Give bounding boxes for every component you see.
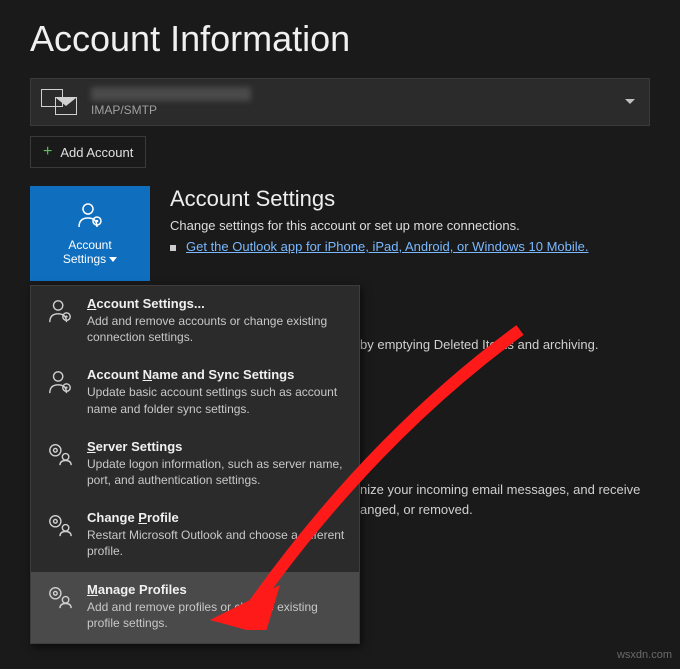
menu-item-desc: Update basic account settings such as ac… — [87, 384, 345, 416]
account-settings-dropdown: Account Settings... Add and remove accou… — [30, 285, 360, 644]
watermark: wsxdn.com — [617, 649, 672, 661]
menu-item-name-sync[interactable]: Account Name and Sync Settings Update ba… — [31, 357, 359, 428]
menu-item-manage-profiles[interactable]: Manage Profiles Add and remove profiles … — [31, 572, 359, 643]
page-title: Account Information — [0, 0, 680, 78]
chevron-down-icon — [625, 99, 635, 104]
section-heading: Account Settings — [170, 186, 660, 212]
add-account-label: Add Account — [60, 145, 133, 160]
person-gear-icon — [75, 201, 105, 232]
background-text-rules: nize your incoming email messages, and r… — [360, 480, 640, 519]
account-selector[interactable]: IMAP/SMTP — [30, 78, 650, 126]
person-gear-icon — [45, 367, 75, 416]
plus-icon: + — [43, 143, 52, 161]
menu-item-account-settings[interactable]: Account Settings... Add and remove accou… — [31, 286, 359, 357]
section-subtitle: Change settings for this account or set … — [170, 218, 660, 233]
tile-line1: Account — [68, 238, 111, 252]
person-gear-icon — [45, 296, 75, 345]
gear-person-icon — [45, 510, 75, 559]
get-outlook-app-link[interactable]: Get the Outlook app for iPhone, iPad, An… — [186, 239, 589, 254]
menu-item-server-settings[interactable]: Server Settings Update logon information… — [31, 429, 359, 500]
menu-item-desc: Update logon information, such as server… — [87, 456, 345, 488]
tile-line2: Settings — [63, 252, 106, 266]
gear-person-icon — [45, 582, 75, 631]
menu-item-desc: Restart Microsoft Outlook and choose a d… — [87, 527, 345, 559]
account-name-redacted — [91, 87, 251, 101]
mail-folder-icon — [41, 93, 85, 111]
background-text-archiving: by emptying Deleted Items and archiving. — [360, 335, 598, 355]
bullet-icon — [170, 245, 176, 251]
add-account-button[interactable]: + Add Account — [30, 136, 146, 168]
account-settings-tile[interactable]: Account Settings — [30, 186, 150, 281]
chevron-down-icon — [109, 257, 117, 262]
menu-item-desc: Add and remove profiles or change existi… — [87, 599, 345, 631]
menu-item-change-profile[interactable]: Change Profile Restart Microsoft Outlook… — [31, 500, 359, 571]
account-protocol: IMAP/SMTP — [91, 103, 251, 117]
gear-person-icon — [45, 439, 75, 488]
menu-item-desc: Add and remove accounts or change existi… — [87, 313, 345, 345]
